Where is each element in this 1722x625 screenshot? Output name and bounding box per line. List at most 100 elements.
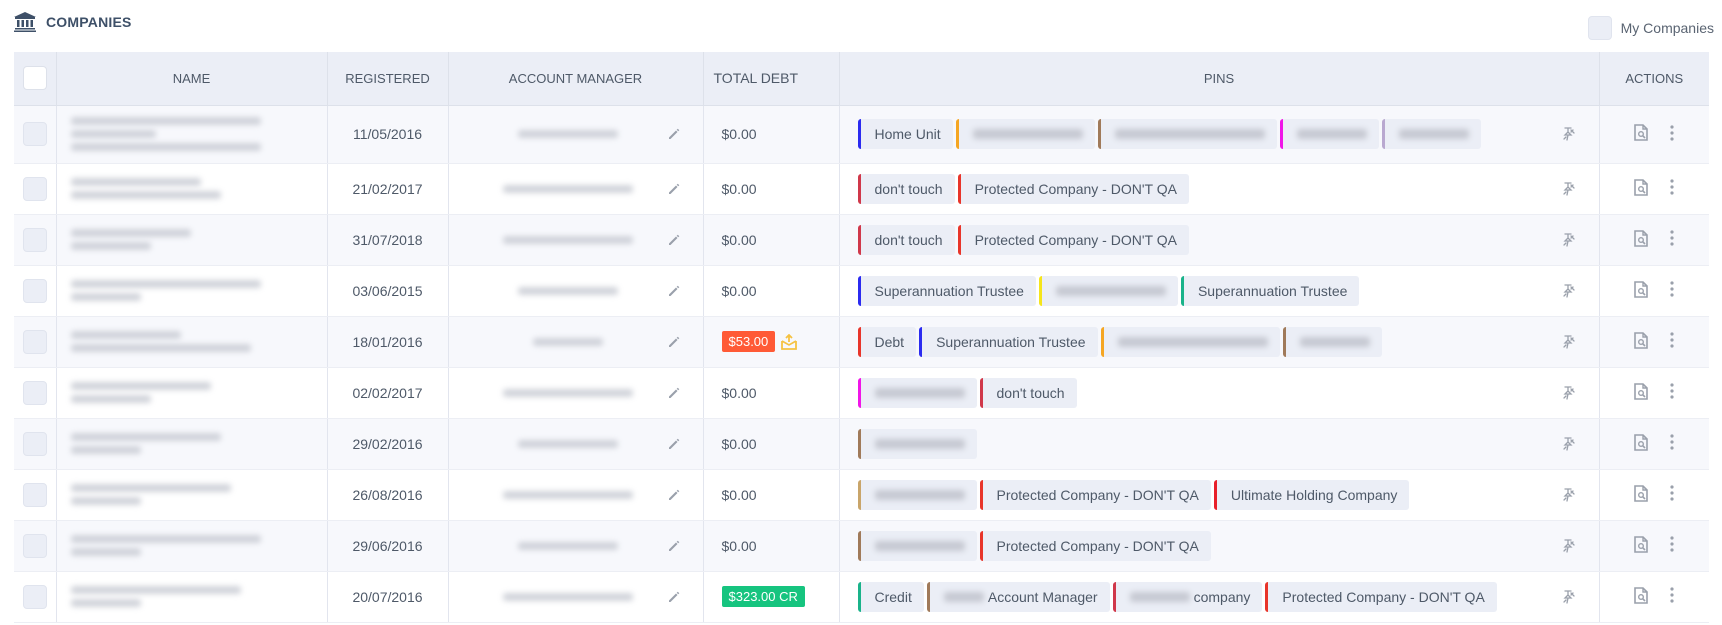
document-search-icon[interactable] [1634,331,1649,349]
row-checkbox[interactable] [22,176,47,201]
pin-tag[interactable]: Credit [857,581,924,612]
more-vertical-icon[interactable] [1670,281,1674,297]
pin-tag[interactable] [857,530,977,561]
pencil-icon[interactable] [667,335,681,349]
pin-tag[interactable]: Protected Company - DON'T QA [957,224,1189,255]
company-name-cell[interactable] [56,418,328,470]
column-header-registered[interactable]: REGISTERED [327,52,449,106]
pencil-icon[interactable] [667,437,681,451]
table-row[interactable]: 26/08/2016 $0.00 Protected Company - DON'T… [14,469,1709,521]
document-search-icon[interactable] [1634,382,1649,400]
pin-tag[interactable] [1279,119,1379,149]
document-search-icon[interactable] [1634,586,1649,604]
more-vertical-icon[interactable] [1670,332,1674,348]
table-row[interactable]: 18/01/2016 $53.00 Debt Superannuation Trust… [14,316,1709,368]
more-vertical-icon[interactable] [1670,587,1674,603]
company-name-cell[interactable] [56,265,328,317]
more-vertical-icon[interactable] [1670,536,1674,552]
table-row[interactable]: 03/06/2015 $0.00 Superannuation Trustee Sup… [14,265,1709,317]
column-header-account-manager[interactable]: ACCOUNT MANAGER [448,52,704,106]
pin-tag[interactable]: company [1112,581,1263,612]
company-name-cell[interactable] [56,367,328,419]
row-checkbox[interactable] [22,227,47,252]
pin-tag[interactable] [1100,326,1280,357]
table-row[interactable]: 02/02/2017 $0.00 don't touch [14,367,1709,419]
pin-icon[interactable] [1561,181,1577,197]
column-header-name[interactable]: NAME [56,52,328,106]
pin-icon[interactable] [1561,283,1577,299]
pin-tag[interactable]: don't touch [857,224,955,255]
pin-icon[interactable] [1561,126,1577,142]
pin-tag[interactable] [1097,119,1277,149]
row-checkbox[interactable] [22,122,47,146]
company-name-cell[interactable] [56,316,328,368]
pin-tag[interactable] [857,428,977,459]
row-checkbox[interactable] [22,431,47,456]
row-checkbox[interactable] [22,482,47,507]
pin-icon[interactable] [1561,232,1577,248]
company-name-cell[interactable] [56,214,328,266]
pin-tag[interactable]: Superannuation Trustee [1180,275,1360,306]
pin-tag[interactable]: Protected Company - DON'T QA [979,479,1211,510]
pencil-icon[interactable] [667,127,681,141]
pin-tag[interactable]: Superannuation Trustee [919,326,1098,357]
select-all-checkbox[interactable] [22,66,47,91]
more-vertical-icon[interactable] [1670,230,1674,246]
pin-tag[interactable]: Protected Company - DON'T QA [979,530,1211,561]
pin-icon[interactable] [1561,538,1577,554]
pencil-icon[interactable] [667,539,681,553]
pin-tag[interactable]: Account Manager [926,581,1110,612]
pin-tag[interactable]: Superannuation Trustee [857,275,1036,306]
pencil-icon[interactable] [667,182,681,196]
row-checkbox[interactable] [22,278,47,303]
table-row[interactable]: 20/07/2016 $323.00 CR Credit Account Manage… [14,571,1709,623]
table-row[interactable]: 31/07/2018 $0.00 don't touch Protected Comp… [14,214,1709,266]
row-checkbox[interactable] [22,584,47,609]
more-vertical-icon[interactable] [1670,485,1674,501]
pin-tag[interactable] [955,119,1095,149]
pin-icon[interactable] [1561,436,1577,452]
table-row[interactable]: 29/02/2016 $0.00 [14,418,1709,470]
pin-tag[interactable]: Protected Company - DON'T QA [1265,581,1497,612]
pin-tag[interactable]: don't touch [979,377,1077,408]
export-mail-icon[interactable] [781,333,798,350]
company-name-cell[interactable] [56,520,328,572]
company-name-cell[interactable] [56,469,328,521]
document-search-icon[interactable] [1634,178,1649,196]
pin-tag[interactable] [857,377,977,408]
pin-tag[interactable] [857,479,977,510]
pencil-icon[interactable] [667,386,681,400]
pin-tag[interactable]: Home Unit [857,119,953,149]
table-row[interactable]: 11/05/2016 $0.00 Home Unit [14,105,1709,164]
pin-tag[interactable] [1381,119,1481,149]
more-vertical-icon[interactable] [1670,124,1674,141]
pencil-icon[interactable] [667,284,681,298]
row-checkbox[interactable] [22,329,47,354]
pin-icon[interactable] [1561,334,1577,350]
document-search-icon[interactable] [1634,535,1649,553]
pencil-icon[interactable] [667,590,681,604]
document-search-icon[interactable] [1634,433,1649,451]
pin-tag[interactable]: Ultimate Holding Company [1213,479,1410,510]
pin-tag[interactable]: don't touch [857,173,955,204]
row-checkbox[interactable] [22,533,47,558]
my-companies-toggle[interactable]: My Companies [1587,16,1714,40]
pin-tag[interactable]: Debt [857,326,917,357]
pin-tag[interactable] [1282,326,1382,357]
table-row[interactable]: 29/06/2016 $0.00 Protected Company - DON'T… [14,520,1709,572]
document-search-icon[interactable] [1634,484,1649,502]
row-checkbox[interactable] [22,380,47,405]
column-header-total-debt[interactable]: TOTAL DEBT [703,52,840,106]
document-search-icon[interactable] [1634,280,1649,298]
company-name-cell[interactable] [56,571,328,623]
pencil-icon[interactable] [667,233,681,247]
pin-icon[interactable] [1561,385,1577,401]
more-vertical-icon[interactable] [1670,179,1674,195]
more-vertical-icon[interactable] [1670,383,1674,399]
table-row[interactable]: 21/02/2017 $0.00 don't touch Protected Comp… [14,163,1709,215]
pin-icon[interactable] [1561,589,1577,605]
document-search-icon[interactable] [1634,124,1649,141]
pencil-icon[interactable] [667,488,681,502]
pin-tag[interactable] [1038,275,1178,306]
more-vertical-icon[interactable] [1670,434,1674,450]
